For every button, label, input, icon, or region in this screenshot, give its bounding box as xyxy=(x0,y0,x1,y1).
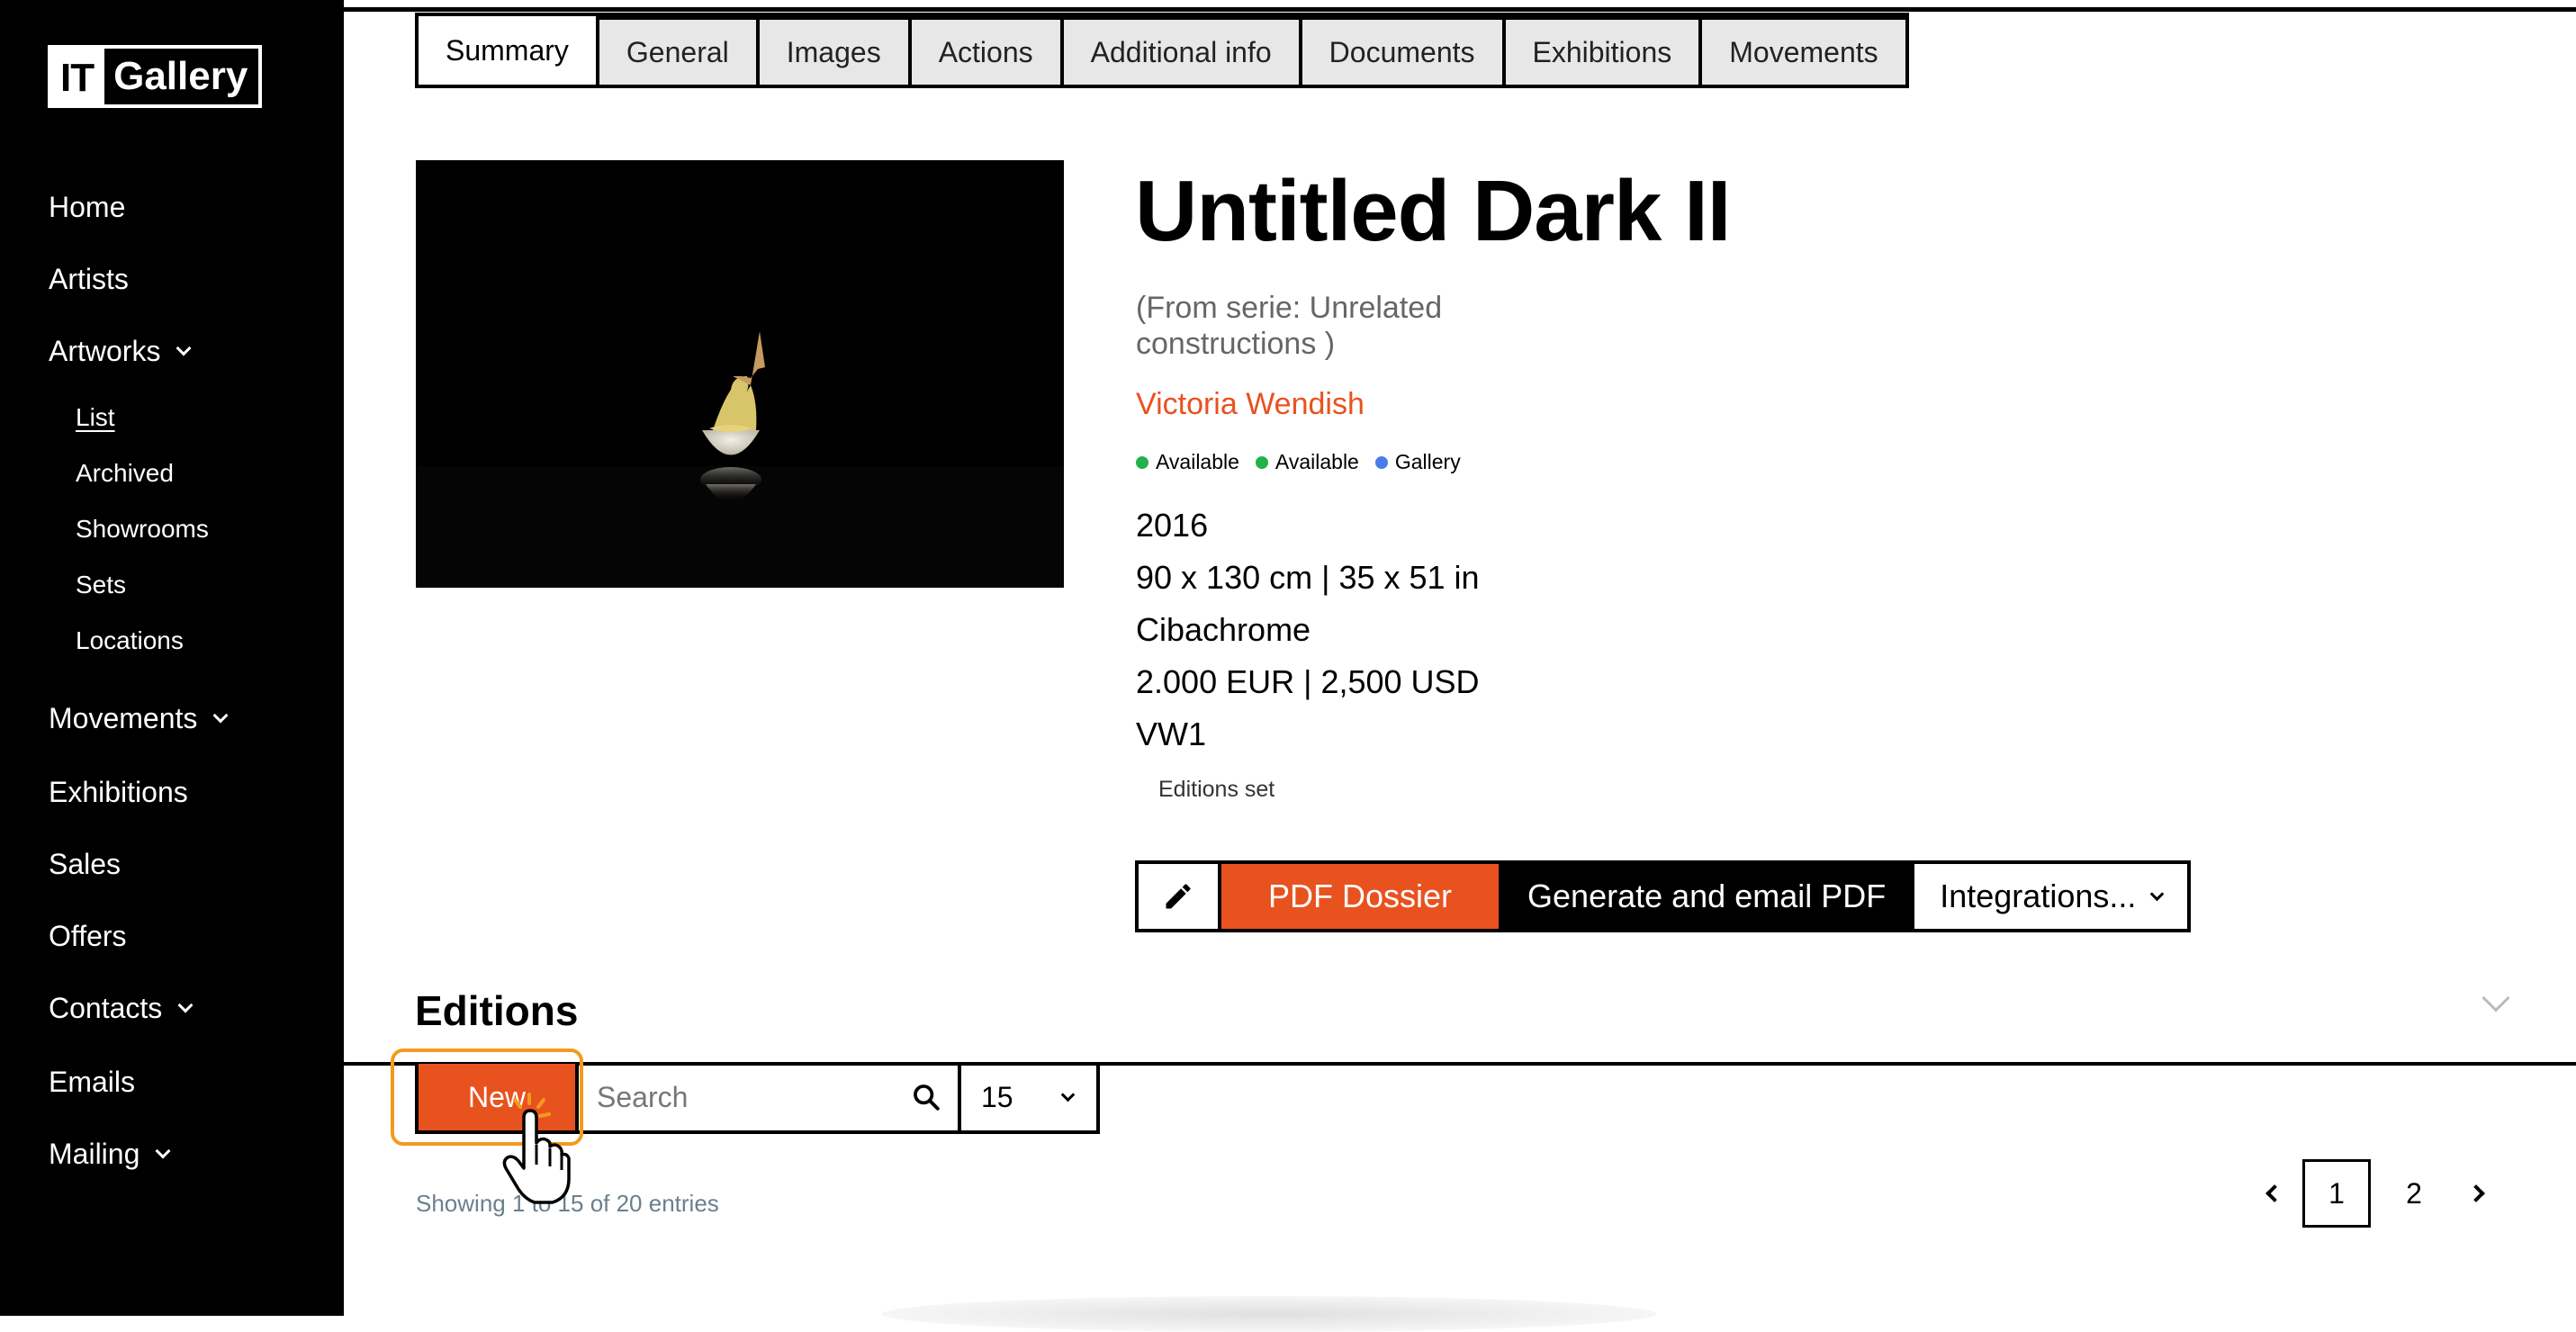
chevron-left-icon xyxy=(2265,1184,2283,1202)
artwork-actions: PDF Dossier Generate and email PDF Integ… xyxy=(1135,860,2192,932)
sidebar-item-label: Movements xyxy=(49,702,198,734)
sidebar-item-label: Home xyxy=(49,191,126,223)
page-button[interactable]: 2 xyxy=(2380,1159,2448,1228)
sidebar-item-mailing[interactable]: Mailing xyxy=(49,1138,171,1171)
chevron-down-icon xyxy=(176,340,192,356)
chevron-down-icon xyxy=(212,707,229,723)
artwork-price: 2.000 EUR | 2,500 USD xyxy=(1136,663,1480,700)
sidebar-subitem-locations[interactable]: Locations xyxy=(76,626,184,655)
sidebar-item-artworks[interactable]: Artworks xyxy=(49,335,192,368)
sidebar-item-exhibitions[interactable]: Exhibitions xyxy=(49,776,188,809)
next-page-button[interactable] xyxy=(2457,1160,2500,1227)
logo-it: IT xyxy=(51,49,105,104)
artwork-dimensions: 90 x 130 cm | 35 x 51 in xyxy=(1136,559,1480,596)
app-logo[interactable]: IT Gallery xyxy=(48,45,263,108)
top-divider xyxy=(344,7,2576,12)
pencil-icon xyxy=(1166,884,1191,909)
tab-images[interactable]: Images xyxy=(759,20,908,85)
sidebar-item-label: Emails xyxy=(49,1066,136,1098)
per-page-value: 15 xyxy=(981,1080,1013,1113)
logo-gallery: Gallery xyxy=(113,54,248,98)
chevron-down-icon xyxy=(177,997,194,1012)
sidebar-item-home[interactable]: Home xyxy=(49,191,125,224)
artwork-year: 2016 xyxy=(1136,507,1209,544)
sidebar: IT Gallery Home Artists Artworks List Ar… xyxy=(0,0,344,1316)
sidebar-subitem-showrooms[interactable]: Showrooms xyxy=(76,515,209,544)
status-dot-icon xyxy=(1136,455,1148,469)
status-badges: Available Available Gallery xyxy=(1136,450,1461,474)
generate-email-pdf-button[interactable]: Generate and email PDF xyxy=(1499,864,1915,929)
sidebar-subitem-list[interactable]: List xyxy=(76,403,115,432)
sidebar-item-label: Contacts xyxy=(49,992,163,1024)
search-icon[interactable] xyxy=(911,1082,941,1112)
location-badge-label: Gallery xyxy=(1394,450,1461,473)
sidebar-subitem-sets[interactable]: Sets xyxy=(76,571,126,599)
sidebar-item-label: Exhibitions xyxy=(49,776,188,808)
collapse-chevron-icon[interactable] xyxy=(2481,984,2510,1012)
per-page-select[interactable]: 15 xyxy=(961,1064,1096,1130)
pdf-dossier-button[interactable]: PDF Dossier xyxy=(1221,864,1500,929)
artwork-serie: (From serie: Unrelated constructions ) xyxy=(1136,291,1443,361)
sidebar-item-label: Offers xyxy=(49,920,127,952)
sidebar-item-label: Artworks xyxy=(49,335,161,367)
tab-additional-info[interactable]: Additional info xyxy=(1063,20,1299,85)
integrations-dropdown[interactable]: Integrations... xyxy=(1914,864,2188,929)
status-dot-icon xyxy=(1374,455,1388,469)
sidebar-item-contacts[interactable]: Contacts xyxy=(49,992,194,1025)
chevron-down-icon xyxy=(155,1143,171,1158)
previous-page-button[interactable] xyxy=(2250,1160,2293,1227)
page-button-current[interactable]: 1 xyxy=(2302,1159,2371,1228)
status-badge-label: Available xyxy=(1156,450,1239,473)
sidebar-item-movements[interactable]: Movements xyxy=(49,702,229,735)
chevron-right-icon xyxy=(2467,1184,2485,1202)
status-badge-label: Available xyxy=(1274,450,1359,473)
tab-actions[interactable]: Actions xyxy=(911,20,1060,85)
tab-exhibitions[interactable]: Exhibitions xyxy=(1505,20,1699,85)
sidebar-item-emails[interactable]: Emails xyxy=(49,1066,135,1099)
editions-set-label: Editions set xyxy=(1158,777,1275,802)
tab-documents[interactable]: Documents xyxy=(1302,20,1502,85)
sidebar-item-label: Sales xyxy=(49,848,122,880)
artwork-reference: VW1 xyxy=(1136,716,1207,752)
artwork-picture xyxy=(416,160,1064,588)
sidebar-item-offers[interactable]: Offers xyxy=(49,920,127,953)
scroll-shadow xyxy=(882,1296,1656,1332)
tab-summary[interactable]: Summary xyxy=(419,16,596,85)
tab-bar: Summary General Images Actions Additiona… xyxy=(415,13,1909,88)
chevron-down-icon xyxy=(2150,886,2165,901)
edit-button[interactable] xyxy=(1139,864,1221,929)
sidebar-item-artists[interactable]: Artists xyxy=(49,263,129,296)
sidebar-subitem-archived[interactable]: Archived xyxy=(76,459,174,488)
editions-title: Editions xyxy=(415,987,579,1034)
sidebar-item-sales[interactable]: Sales xyxy=(49,848,121,881)
sidebar-item-label: Artists xyxy=(49,263,129,295)
search-input[interactable] xyxy=(579,1080,885,1114)
tab-general[interactable]: General xyxy=(599,20,756,85)
chevron-down-icon xyxy=(1060,1087,1076,1102)
artwork-image[interactable] xyxy=(416,160,1064,588)
artist-link[interactable]: Victoria Wendish xyxy=(1136,387,1365,422)
artwork-title: Untitled Dark II xyxy=(1135,163,1731,259)
artwork-technique: Cibachrome xyxy=(1136,611,1311,648)
status-dot-icon xyxy=(1255,455,1268,469)
location-badge: Gallery xyxy=(1374,450,1461,474)
search-box xyxy=(579,1064,961,1130)
status-badge: Available xyxy=(1255,450,1359,474)
tab-movements[interactable]: Movements xyxy=(1702,20,1905,85)
hand-cursor-icon xyxy=(502,1093,571,1204)
status-badge: Available xyxy=(1136,450,1239,474)
integrations-label: Integrations... xyxy=(1940,878,2137,914)
pagination: 1 2 xyxy=(2250,1159,2500,1228)
sidebar-item-label: Mailing xyxy=(49,1138,140,1170)
